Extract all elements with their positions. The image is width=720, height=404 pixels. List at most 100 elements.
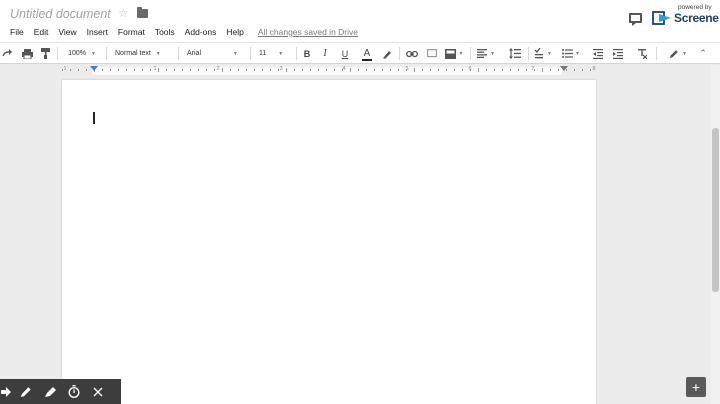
highlighter-icon[interactable] <box>38 379 62 404</box>
chevron-down-icon: ▼ <box>682 50 687 57</box>
ruler-tick <box>206 69 207 71</box>
formatting-toolbar: 100% ▼ Normal text ▼ Arial ▼ 11 ▼ B I U … <box>0 42 720 64</box>
insert-image-icon[interactable]: ▼ <box>443 43 465 64</box>
ruler-tick <box>270 69 271 71</box>
ruler-tick <box>334 69 335 71</box>
chevron-down-icon: ▼ <box>547 50 552 57</box>
highlight-pen-icon[interactable] <box>380 43 394 64</box>
ruler-tick <box>166 69 167 71</box>
ruler-tick <box>86 69 87 71</box>
timer-icon[interactable] <box>62 379 86 404</box>
menu-tools[interactable]: Tools <box>155 27 175 37</box>
ruler-number: 8 <box>592 66 596 72</box>
comment-icon[interactable] <box>629 13 642 26</box>
scrollbar-thumb[interactable] <box>712 128 719 292</box>
left-indent-marker[interactable] <box>90 66 98 71</box>
document-title[interactable]: Untitled document <box>10 7 111 21</box>
style-select[interactable]: Normal text ▼ <box>110 43 176 64</box>
ruler-tick <box>174 69 175 71</box>
comment-add-icon[interactable] <box>424 43 440 64</box>
editing-mode-icon[interactable]: ▼ <box>664 43 692 64</box>
ruler-tick <box>126 69 127 71</box>
style-value: Normal text <box>115 50 151 57</box>
menu-view[interactable]: View <box>58 27 76 37</box>
chevron-down-icon: ▼ <box>575 50 580 57</box>
text-cursor <box>93 112 95 124</box>
ruler-tick <box>518 69 519 71</box>
ruler-tick <box>438 69 439 71</box>
ruler-tick <box>238 69 239 71</box>
ruler-tick <box>254 69 255 71</box>
line-spacing-icon[interactable] <box>505 43 525 64</box>
vertical-scrollbar[interactable] <box>711 65 720 404</box>
ruler-tick <box>350 68 351 72</box>
ruler-number: 5 <box>405 66 409 72</box>
toolbar-divider <box>399 47 400 60</box>
decrease-indent-icon[interactable] <box>590 43 606 64</box>
ruler-number: 3 <box>279 66 283 72</box>
text-color-button[interactable]: A <box>360 43 374 64</box>
right-indent-marker[interactable] <box>560 66 568 71</box>
ruler-tick <box>478 68 479 72</box>
add-icon[interactable]: + <box>686 377 706 397</box>
italic-button[interactable]: I <box>318 43 332 64</box>
ruler-tick <box>390 69 391 71</box>
ruler-tick <box>510 69 511 71</box>
font-select[interactable]: Arial ▼ <box>182 43 246 64</box>
font-size-select[interactable]: 11 ▼ <box>254 43 294 64</box>
menu-addons[interactable]: Add-ons <box>185 27 217 37</box>
ruler-text-area <box>92 67 562 75</box>
logo-mark-icon <box>652 11 671 25</box>
toolbar-divider <box>178 47 179 60</box>
ruler-tick <box>158 68 159 72</box>
increase-indent-icon[interactable] <box>610 43 626 64</box>
ruler-tick <box>398 69 399 71</box>
ruler-tick <box>190 69 191 71</box>
ruler-number: 4 <box>342 66 346 72</box>
pen-icon[interactable] <box>14 379 38 404</box>
toolbar-divider <box>528 47 529 60</box>
menu-file[interactable]: File <box>10 27 24 37</box>
ruler-number: 6 <box>468 66 472 72</box>
link-icon[interactable] <box>404 43 420 64</box>
toolbar-divider <box>296 47 297 60</box>
ruler-tick <box>486 69 487 71</box>
bulleted-list-icon[interactable]: ▼ <box>560 43 582 64</box>
ruler-tick <box>494 69 495 71</box>
document-page[interactable] <box>62 80 596 404</box>
pointer-icon[interactable] <box>0 379 14 404</box>
chevron-down-icon: ▼ <box>278 50 284 57</box>
ruler-tick <box>110 69 111 71</box>
paint-format-icon[interactable] <box>37 43 53 64</box>
menu-format[interactable]: Format <box>118 27 145 37</box>
recorder-toolbar <box>0 379 121 404</box>
menu-insert[interactable]: Insert <box>87 27 108 37</box>
zoom-select[interactable]: 100% ▼ <box>62 43 102 64</box>
screencast-logo: powered by Screene <box>650 2 720 32</box>
ruler-tick <box>574 69 575 71</box>
bold-button[interactable]: B <box>300 43 314 64</box>
menu-help[interactable]: Help <box>226 27 243 37</box>
menu-edit[interactable]: Edit <box>34 27 49 37</box>
ruler-tick <box>558 69 559 71</box>
ruler-tick <box>502 69 503 71</box>
clear-formatting-icon[interactable] <box>634 43 650 64</box>
align-icon[interactable]: ▼ <box>474 43 498 64</box>
underline-button[interactable]: U <box>338 43 352 64</box>
print-icon[interactable] <box>19 43 35 64</box>
toolbar-divider <box>470 47 471 60</box>
collapse-menu-icon[interactable]: ⌃ <box>696 43 710 64</box>
checklist-icon[interactable]: ▼ <box>532 43 554 64</box>
ruler-tick <box>462 69 463 71</box>
ruler-tick <box>182 69 183 71</box>
ruler-tick <box>542 68 543 72</box>
folder-icon[interactable] <box>137 7 148 18</box>
close-icon[interactable] <box>86 379 110 404</box>
ruler-tick <box>70 69 71 71</box>
redo-icon[interactable] <box>0 43 14 64</box>
save-status-link[interactable]: All changes saved in Drive <box>258 27 358 37</box>
menu-bar: File Edit View Insert Format Tools Add-o… <box>0 25 358 39</box>
toolbar-divider <box>250 47 251 60</box>
ruler-tick <box>262 69 263 71</box>
star-icon[interactable]: ☆ <box>118 6 129 20</box>
